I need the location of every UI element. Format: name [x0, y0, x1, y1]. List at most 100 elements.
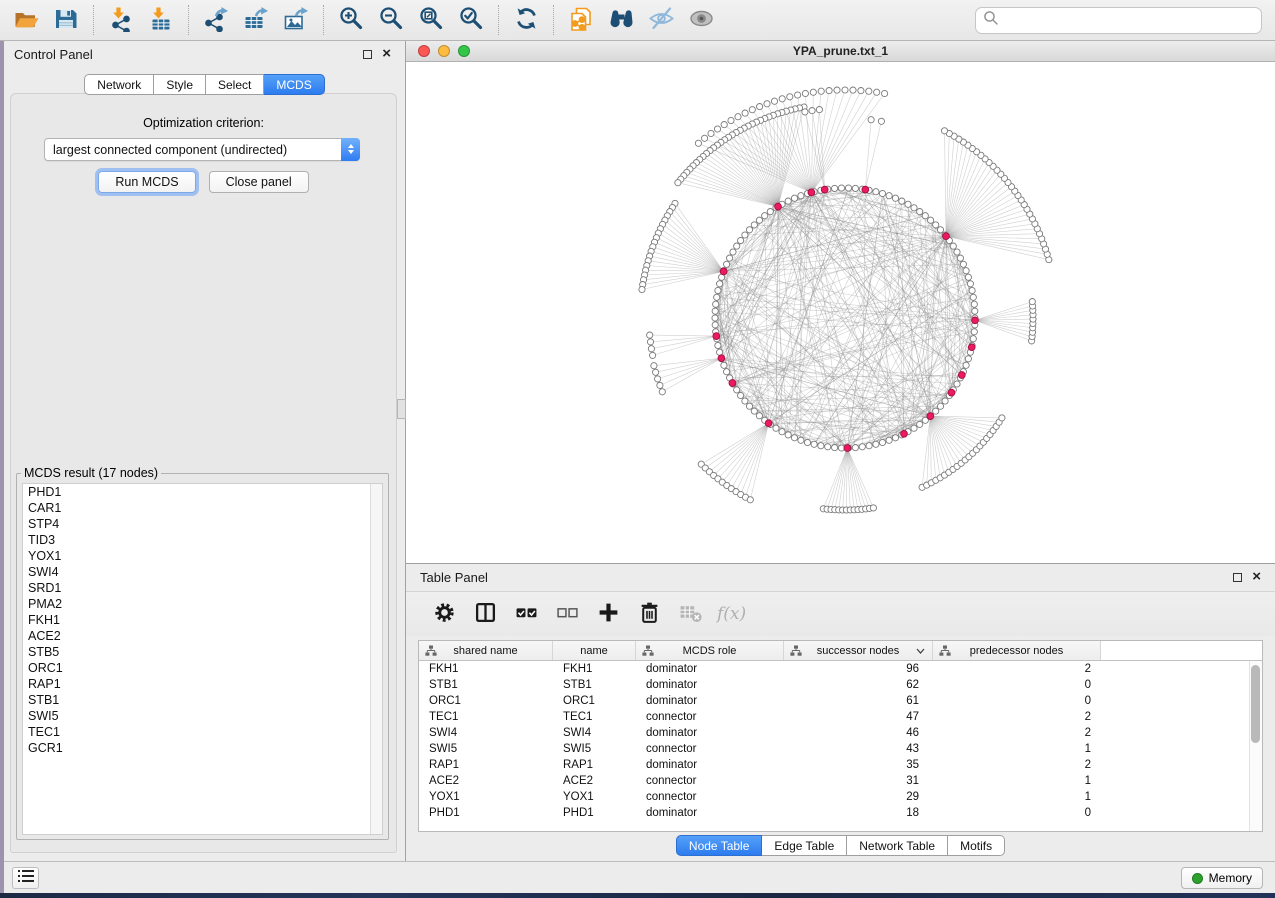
- zoom-in-icon: [338, 5, 365, 35]
- select-all-button[interactable]: [508, 597, 545, 631]
- show-all-button[interactable]: [681, 2, 721, 38]
- table-row[interactable]: RAP1RAP1dominator352: [419, 757, 1262, 773]
- tab-mcds[interactable]: MCDS: [264, 74, 324, 95]
- table-tab-edge-table[interactable]: Edge Table: [762, 835, 847, 856]
- mcds-result-item[interactable]: TEC1: [23, 724, 382, 740]
- table-row[interactable]: FKH1FKH1dominator962: [419, 661, 1262, 677]
- mcds-result-item[interactable]: ACE2: [23, 628, 382, 644]
- table-header-row: shared name nameMCDS rolesuccessor nodesp…: [419, 641, 1262, 661]
- table-row[interactable]: ORC1ORC1dominator610: [419, 693, 1262, 709]
- table-cell: dominator: [636, 727, 784, 739]
- split-pane-handle[interactable]: [397, 399, 406, 419]
- hide-selected-button[interactable]: [641, 2, 681, 38]
- table-row[interactable]: YOX1YOX1connector291: [419, 789, 1262, 805]
- table-cell: 2: [933, 711, 1101, 723]
- delete-table-button: [672, 597, 709, 631]
- zoom-in-button[interactable]: [331, 2, 371, 38]
- first-neighbors-button[interactable]: [601, 2, 641, 38]
- table-cell: TEC1: [553, 711, 636, 723]
- zoom-out-button[interactable]: [371, 2, 411, 38]
- table-row[interactable]: PHD1PHD1dominator180: [419, 805, 1262, 821]
- mcds-result-item[interactable]: SWI5: [23, 708, 382, 724]
- mcds-result-item[interactable]: TID3: [23, 532, 382, 548]
- status-bar: Memory: [4, 861, 1275, 893]
- table-row[interactable]: SWI5SWI5connector431: [419, 741, 1262, 757]
- mcds-result-item[interactable]: GCR1: [23, 740, 382, 756]
- mcds-result-item[interactable]: CAR1: [23, 500, 382, 516]
- mcds-result-item[interactable]: PMA2: [23, 596, 382, 612]
- refresh-button[interactable]: [506, 2, 546, 38]
- import-network-button[interactable]: [101, 2, 141, 38]
- table-scrollbar-thumb[interactable]: [1251, 665, 1260, 743]
- table-cell: 43: [784, 743, 933, 755]
- open-file-button[interactable]: [6, 2, 46, 38]
- settings-gear-button[interactable]: [426, 597, 463, 631]
- column-header-shared-name[interactable]: shared name: [419, 641, 553, 660]
- desktop-wallpaper-edge: [0, 41, 4, 893]
- table-row[interactable]: SWI4SWI4dominator462: [419, 725, 1262, 741]
- settings-gear-icon: [433, 601, 456, 627]
- network-canvas[interactable]: [406, 62, 1275, 563]
- memory-button[interactable]: Memory: [1181, 867, 1263, 889]
- mcds-result-item[interactable]: STB1: [23, 692, 382, 708]
- table-row[interactable]: TEC1TEC1connector472: [419, 709, 1262, 725]
- table-cell: 18: [784, 807, 933, 819]
- table-cell: 47: [784, 711, 933, 723]
- tab-select[interactable]: Select: [206, 74, 264, 95]
- table-tab-motifs[interactable]: Motifs: [948, 835, 1005, 856]
- float-table-panel-icon[interactable]: [1233, 573, 1242, 582]
- table-row[interactable]: STB1STB1dominator620: [419, 677, 1262, 693]
- mcds-result-item[interactable]: FKH1: [23, 612, 382, 628]
- search-box[interactable]: [975, 7, 1262, 34]
- search-icon: [983, 10, 999, 31]
- deselect-all-button[interactable]: [549, 597, 586, 631]
- close-panel-icon[interactable]: ×: [382, 49, 391, 59]
- mcds-result-item[interactable]: PHD1: [23, 484, 382, 500]
- duplicate-network-button[interactable]: [561, 2, 601, 38]
- column-header-predecessor-nodes[interactable]: predecessor nodes: [933, 641, 1101, 660]
- mcds-result-item[interactable]: ORC1: [23, 660, 382, 676]
- show-columns-button[interactable]: [467, 597, 504, 631]
- table-row[interactable]: ACE2ACE2connector311: [419, 773, 1262, 789]
- export-image-icon: [283, 6, 309, 35]
- criterion-dropdown[interactable]: largest connected component (undirected): [44, 138, 360, 161]
- delete-column-button[interactable]: [631, 597, 668, 631]
- table-tab-node-table[interactable]: Node Table: [676, 835, 763, 856]
- table-scrollbar[interactable]: [1249, 661, 1262, 831]
- table-tab-network-table[interactable]: Network Table: [847, 835, 948, 856]
- column-label: shared name: [453, 645, 517, 657]
- mcds-result-item[interactable]: STP4: [23, 516, 382, 532]
- import-table-button[interactable]: [141, 2, 181, 38]
- mcds-result-item[interactable]: YOX1: [23, 548, 382, 564]
- zoom-selected-button[interactable]: [451, 2, 491, 38]
- toolbar-separator: [93, 5, 94, 35]
- tab-style[interactable]: Style: [154, 74, 206, 95]
- save-session-button[interactable]: [46, 2, 86, 38]
- export-image-button[interactable]: [276, 2, 316, 38]
- zoom-fit-button[interactable]: [411, 2, 451, 38]
- run-mcds-button[interactable]: Run MCDS: [98, 171, 195, 193]
- mcds-result-item[interactable]: SWI4: [23, 564, 382, 580]
- tab-network[interactable]: Network: [84, 74, 154, 95]
- table-tabs: Node TableEdge TableNetwork TableMotifs: [406, 835, 1275, 856]
- refresh-icon: [513, 5, 540, 35]
- mcds-result-item[interactable]: RAP1: [23, 676, 382, 692]
- float-panel-icon[interactable]: [363, 50, 372, 59]
- close-panel-button[interactable]: Close panel: [209, 171, 309, 193]
- result-list-scrollbar[interactable]: [370, 484, 382, 834]
- mcds-result-item[interactable]: STB5: [23, 644, 382, 660]
- dropdown-stepper-icon: [341, 138, 360, 161]
- column-header-successor-nodes[interactable]: successor nodes: [784, 641, 933, 660]
- close-table-panel-icon[interactable]: ×: [1252, 572, 1261, 582]
- search-input[interactable]: [999, 8, 1261, 33]
- table-cell: ACE2: [419, 775, 553, 787]
- column-header-MCDS-role[interactable]: MCDS role: [636, 641, 784, 660]
- export-network-button[interactable]: [196, 2, 236, 38]
- export-table-button[interactable]: [236, 2, 276, 38]
- mcds-result-item[interactable]: SRD1: [23, 580, 382, 596]
- table-panel-title: Table Panel: [420, 570, 488, 585]
- network-graph[interactable]: [406, 62, 1275, 563]
- task-history-button[interactable]: [12, 867, 39, 889]
- column-header-name[interactable]: name: [553, 641, 636, 660]
- add-column-button[interactable]: [590, 597, 627, 631]
